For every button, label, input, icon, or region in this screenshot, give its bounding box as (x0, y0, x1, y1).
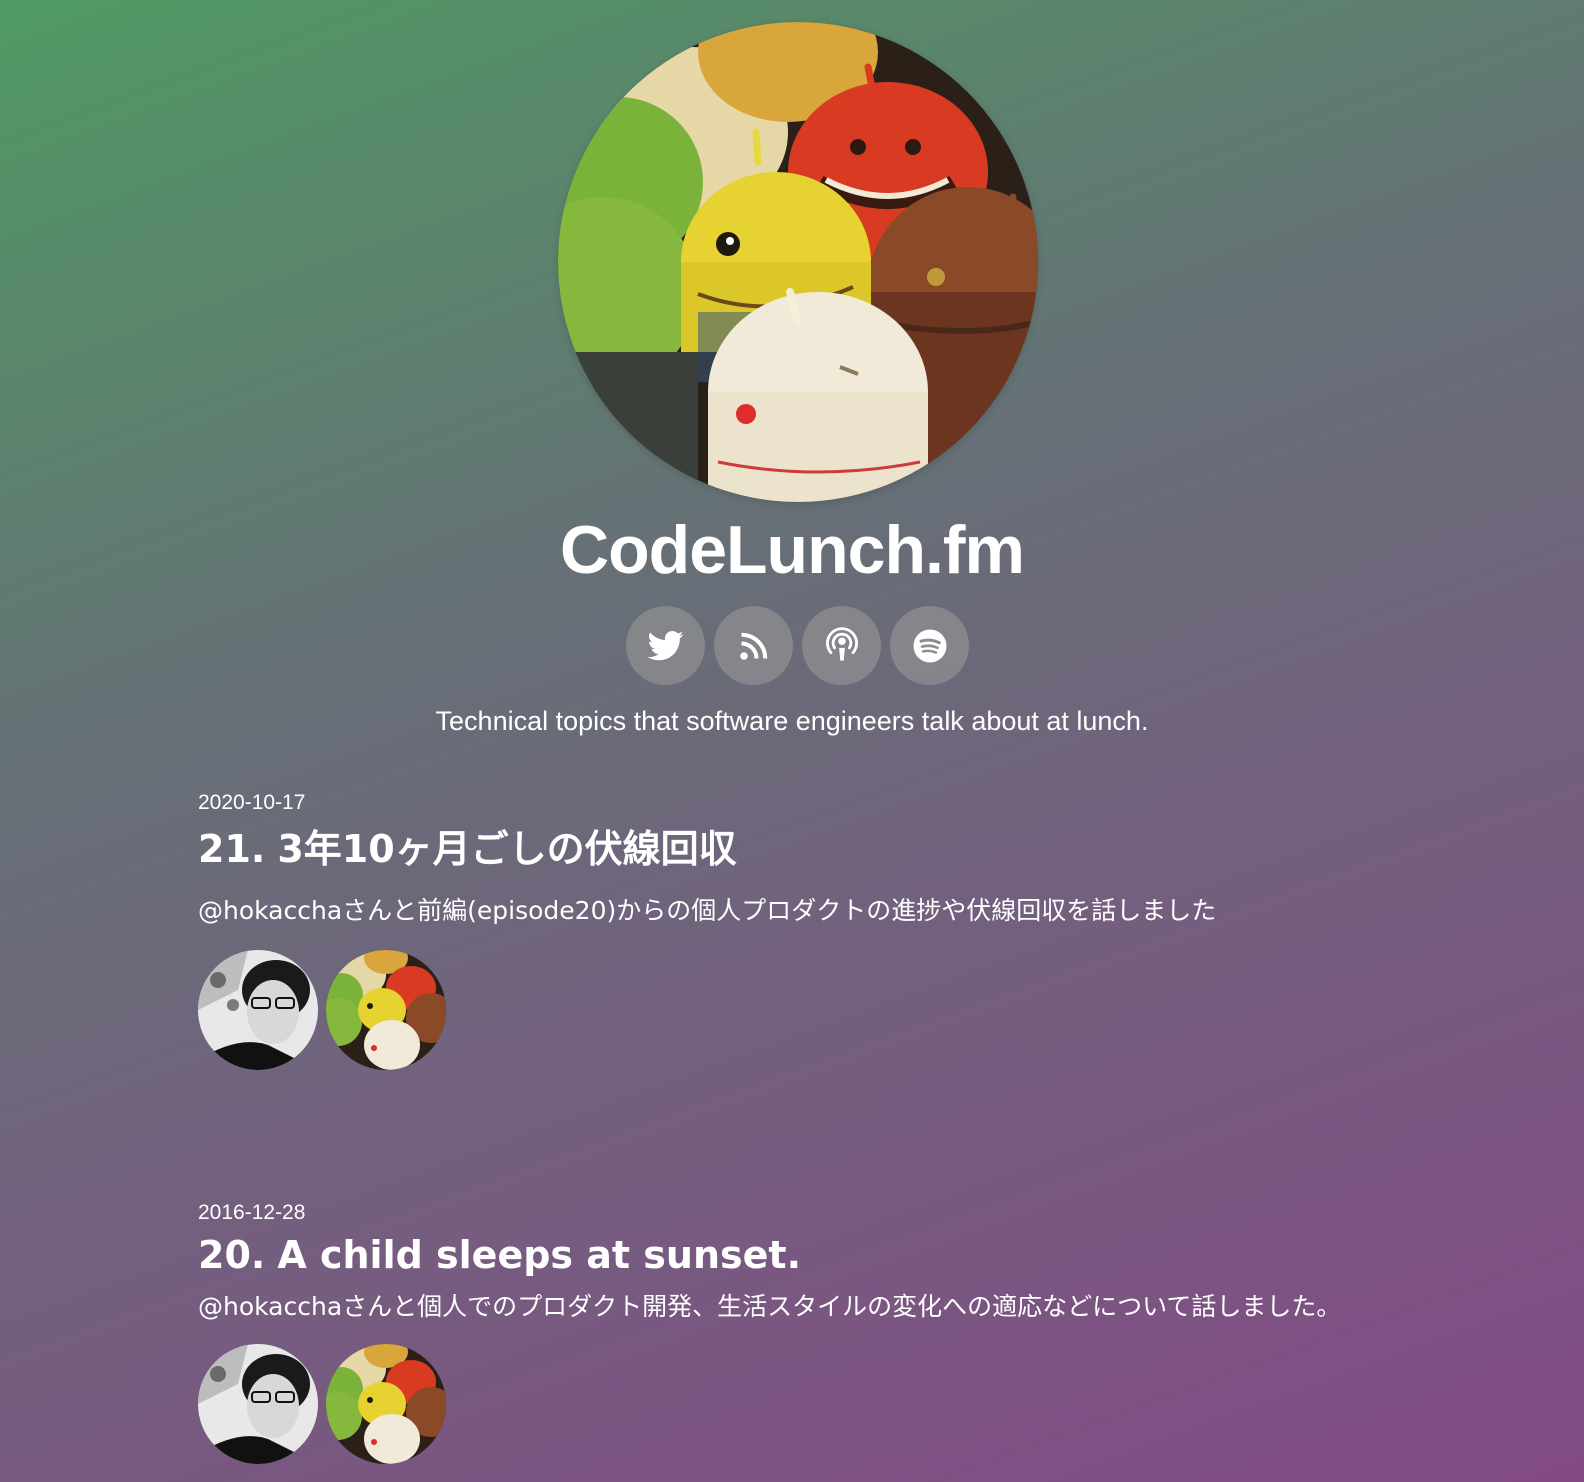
episode-title-link[interactable]: 21. 3年10ヶ月ごしの伏線回収 (198, 824, 1398, 874)
spotify-icon (913, 629, 946, 662)
site-tagline: Technical topics that software engineers… (435, 706, 1149, 736)
avatar-android-figures (326, 950, 446, 1070)
episode-description: @hokacchaさんと個人でのプロダクト開発、生活スタイルの変化への適応などに… (198, 1292, 1342, 1321)
rss-link-button[interactable] (714, 606, 793, 685)
episode-title: 3年10ヶ月ごしの伏線回収 (277, 827, 737, 871)
episode-title-link[interactable]: 20. A child sleeps at sunset. (198, 1230, 1398, 1280)
episode-item: 2020-10-17 21. 3年10ヶ月ごしの伏線回収 @hokacchaさんと… (198, 790, 1398, 1070)
avatar-photo-person (198, 950, 318, 1070)
android-figures-image (558, 22, 1038, 502)
episode-date: 2020-10-17 (198, 791, 306, 814)
episode-date: 2016-12-28 (198, 1201, 306, 1224)
episode-number: 20. (198, 1233, 266, 1277)
apple-podcasts-link-button[interactable] (802, 606, 881, 685)
social-links (626, 606, 969, 686)
guest-avatar-hokaccha[interactable] (198, 1344, 318, 1464)
episode-guests (198, 950, 1398, 1070)
avatar-photo-person (198, 1344, 318, 1464)
twitter-bird-icon (647, 630, 683, 660)
site-title: CodeLunch.fm (560, 512, 1025, 588)
episode-description: @hokacchaさんと前編(episode20)からの個人プロダクトの進捗や伏… (198, 896, 1217, 925)
twitter-link-button[interactable] (626, 606, 705, 685)
podcast-logo[interactable] (558, 22, 1038, 502)
avatar-android-figures (326, 1344, 446, 1464)
episode-guests (198, 1344, 1398, 1464)
episode-title: A child sleeps at sunset. (277, 1233, 802, 1277)
guest-avatar-host[interactable] (326, 1344, 446, 1464)
podcast-icon (825, 626, 858, 661)
rss-feed-icon (739, 632, 767, 660)
spotify-link-button[interactable] (890, 606, 969, 685)
episode-number: 21. (198, 827, 266, 871)
guest-avatar-hokaccha[interactable] (198, 950, 318, 1070)
episode-item: 2016-12-28 20. A child sleeps at sunset. … (198, 1200, 1398, 1464)
guest-avatar-host[interactable] (326, 950, 446, 1070)
